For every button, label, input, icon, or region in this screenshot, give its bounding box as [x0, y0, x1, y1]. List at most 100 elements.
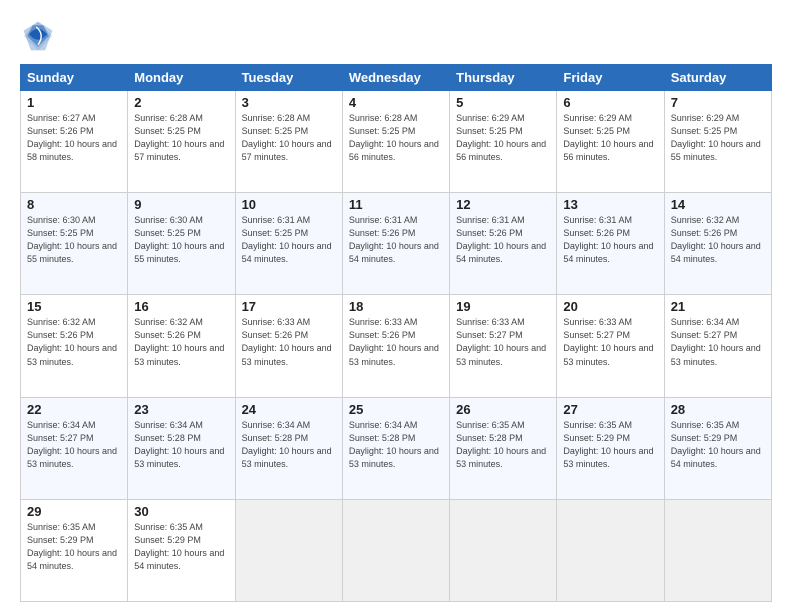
- calendar-cell: 3 Sunrise: 6:28 AMSunset: 5:25 PMDaylight…: [235, 91, 342, 193]
- col-header-thursday: Thursday: [450, 65, 557, 91]
- day-detail: Sunrise: 6:34 AMSunset: 5:28 PMDaylight:…: [134, 419, 228, 471]
- header: [20, 18, 772, 54]
- day-detail: Sunrise: 6:27 AMSunset: 5:26 PMDaylight:…: [27, 112, 121, 164]
- day-detail: Sunrise: 6:34 AMSunset: 5:28 PMDaylight:…: [242, 419, 336, 471]
- calendar-cell: 25 Sunrise: 6:34 AMSunset: 5:28 PMDayligh…: [342, 397, 449, 499]
- day-number: 7: [671, 95, 765, 110]
- calendar-cell: 17 Sunrise: 6:33 AMSunset: 5:26 PMDayligh…: [235, 295, 342, 397]
- day-number: 12: [456, 197, 550, 212]
- calendar-cell: 14Sunrise: 6:32 AMSunset: 5:26 PMDayligh…: [664, 193, 771, 295]
- day-detail: Sunrise: 6:30 AMSunset: 5:25 PMDaylight:…: [27, 214, 121, 266]
- day-number: 6: [563, 95, 657, 110]
- calendar-cell: [235, 499, 342, 601]
- day-detail: Sunrise: 6:31 AMSunset: 5:26 PMDaylight:…: [349, 214, 443, 266]
- day-detail: Sunrise: 6:33 AMSunset: 5:27 PMDaylight:…: [456, 316, 550, 368]
- calendar-cell: 19 Sunrise: 6:33 AMSunset: 5:27 PMDayligh…: [450, 295, 557, 397]
- day-number: 11: [349, 197, 443, 212]
- day-detail: Sunrise: 6:35 AMSunset: 5:29 PMDaylight:…: [134, 521, 228, 573]
- day-detail: Sunrise: 6:34 AMSunset: 5:28 PMDaylight:…: [349, 419, 443, 471]
- day-number: 20: [563, 299, 657, 314]
- calendar-cell: 16 Sunrise: 6:32 AMSunset: 5:26 PMDayligh…: [128, 295, 235, 397]
- day-detail: Sunrise: 6:28 AMSunset: 5:25 PMDaylight:…: [134, 112, 228, 164]
- calendar-cell: 6 Sunrise: 6:29 AMSunset: 5:25 PMDaylight…: [557, 91, 664, 193]
- day-detail: Sunrise: 6:28 AMSunset: 5:25 PMDaylight:…: [242, 112, 336, 164]
- day-number: 22: [27, 402, 121, 417]
- calendar-cell: 5 Sunrise: 6:29 AMSunset: 5:25 PMDaylight…: [450, 91, 557, 193]
- day-number: 9: [134, 197, 228, 212]
- calendar-cell: 28 Sunrise: 6:35 AMSunset: 5:29 PMDayligh…: [664, 397, 771, 499]
- calendar-table: SundayMondayTuesdayWednesdayThursdayFrid…: [20, 64, 772, 602]
- day-detail: Sunrise: 6:33 AMSunset: 5:26 PMDaylight:…: [349, 316, 443, 368]
- day-detail: Sunrise: 6:32 AMSunset: 5:26 PMDaylight:…: [671, 214, 765, 266]
- day-number: 16: [134, 299, 228, 314]
- day-detail: Sunrise: 6:35 AMSunset: 5:28 PMDaylight:…: [456, 419, 550, 471]
- day-number: 30: [134, 504, 228, 519]
- day-number: 28: [671, 402, 765, 417]
- week-row-5: 29 Sunrise: 6:35 AMSunset: 5:29 PMDayligh…: [21, 499, 772, 601]
- calendar-cell: [664, 499, 771, 601]
- calendar-cell: 1 Sunrise: 6:27 AMSunset: 5:26 PMDaylight…: [21, 91, 128, 193]
- calendar-cell: 10Sunrise: 6:31 AMSunset: 5:25 PMDayligh…: [235, 193, 342, 295]
- calendar-cell: 15 Sunrise: 6:32 AMSunset: 5:26 PMDayligh…: [21, 295, 128, 397]
- day-number: 18: [349, 299, 443, 314]
- calendar-cell: 21 Sunrise: 6:34 AMSunset: 5:27 PMDayligh…: [664, 295, 771, 397]
- day-number: 4: [349, 95, 443, 110]
- day-detail: Sunrise: 6:32 AMSunset: 5:26 PMDaylight:…: [134, 316, 228, 368]
- day-number: 3: [242, 95, 336, 110]
- day-number: 8: [27, 197, 121, 212]
- day-number: 26: [456, 402, 550, 417]
- day-detail: Sunrise: 6:29 AMSunset: 5:25 PMDaylight:…: [456, 112, 550, 164]
- day-number: 15: [27, 299, 121, 314]
- day-number: 27: [563, 402, 657, 417]
- day-detail: Sunrise: 6:31 AMSunset: 5:25 PMDaylight:…: [242, 214, 336, 266]
- day-number: 21: [671, 299, 765, 314]
- day-detail: Sunrise: 6:31 AMSunset: 5:26 PMDaylight:…: [456, 214, 550, 266]
- day-number: 2: [134, 95, 228, 110]
- day-detail: Sunrise: 6:35 AMSunset: 5:29 PMDaylight:…: [671, 419, 765, 471]
- calendar-cell: 11 Sunrise: 6:31 AMSunset: 5:26 PMDayligh…: [342, 193, 449, 295]
- calendar-cell: 9 Sunrise: 6:30 AMSunset: 5:25 PMDaylight…: [128, 193, 235, 295]
- day-detail: Sunrise: 6:33 AMSunset: 5:27 PMDaylight:…: [563, 316, 657, 368]
- calendar-cell: 2 Sunrise: 6:28 AMSunset: 5:25 PMDaylight…: [128, 91, 235, 193]
- day-number: 24: [242, 402, 336, 417]
- calendar-cell: [450, 499, 557, 601]
- logo-icon: [20, 18, 56, 54]
- calendar-cell: 22 Sunrise: 6:34 AMSunset: 5:27 PMDayligh…: [21, 397, 128, 499]
- calendar-cell: 24 Sunrise: 6:34 AMSunset: 5:28 PMDayligh…: [235, 397, 342, 499]
- day-detail: Sunrise: 6:33 AMSunset: 5:26 PMDaylight:…: [242, 316, 336, 368]
- calendar-cell: 26 Sunrise: 6:35 AMSunset: 5:28 PMDayligh…: [450, 397, 557, 499]
- day-detail: Sunrise: 6:28 AMSunset: 5:25 PMDaylight:…: [349, 112, 443, 164]
- calendar-cell: 30 Sunrise: 6:35 AMSunset: 5:29 PMDayligh…: [128, 499, 235, 601]
- day-number: 29: [27, 504, 121, 519]
- day-number: 5: [456, 95, 550, 110]
- week-row-3: 15 Sunrise: 6:32 AMSunset: 5:26 PMDayligh…: [21, 295, 772, 397]
- col-header-sunday: Sunday: [21, 65, 128, 91]
- calendar-cell: 23 Sunrise: 6:34 AMSunset: 5:28 PMDayligh…: [128, 397, 235, 499]
- week-row-4: 22 Sunrise: 6:34 AMSunset: 5:27 PMDayligh…: [21, 397, 772, 499]
- col-header-saturday: Saturday: [664, 65, 771, 91]
- day-detail: Sunrise: 6:35 AMSunset: 5:29 PMDaylight:…: [563, 419, 657, 471]
- day-number: 1: [27, 95, 121, 110]
- logo: [20, 18, 62, 54]
- calendar-cell: [342, 499, 449, 601]
- day-detail: Sunrise: 6:32 AMSunset: 5:26 PMDaylight:…: [27, 316, 121, 368]
- calendar-cell: 12 Sunrise: 6:31 AMSunset: 5:26 PMDayligh…: [450, 193, 557, 295]
- day-number: 25: [349, 402, 443, 417]
- page: SundayMondayTuesdayWednesdayThursdayFrid…: [0, 0, 792, 612]
- col-header-wednesday: Wednesday: [342, 65, 449, 91]
- week-row-2: 8 Sunrise: 6:30 AMSunset: 5:25 PMDaylight…: [21, 193, 772, 295]
- day-detail: Sunrise: 6:34 AMSunset: 5:27 PMDaylight:…: [671, 316, 765, 368]
- col-header-monday: Monday: [128, 65, 235, 91]
- day-number: 23: [134, 402, 228, 417]
- col-header-tuesday: Tuesday: [235, 65, 342, 91]
- calendar-cell: 7Sunrise: 6:29 AMSunset: 5:25 PMDaylight…: [664, 91, 771, 193]
- day-number: 17: [242, 299, 336, 314]
- day-detail: Sunrise: 6:35 AMSunset: 5:29 PMDaylight:…: [27, 521, 121, 573]
- day-detail: Sunrise: 6:34 AMSunset: 5:27 PMDaylight:…: [27, 419, 121, 471]
- day-number: 19: [456, 299, 550, 314]
- col-header-friday: Friday: [557, 65, 664, 91]
- day-detail: Sunrise: 6:29 AMSunset: 5:25 PMDaylight:…: [563, 112, 657, 164]
- calendar-cell: 4 Sunrise: 6:28 AMSunset: 5:25 PMDaylight…: [342, 91, 449, 193]
- day-detail: Sunrise: 6:30 AMSunset: 5:25 PMDaylight:…: [134, 214, 228, 266]
- calendar-cell: 20 Sunrise: 6:33 AMSunset: 5:27 PMDayligh…: [557, 295, 664, 397]
